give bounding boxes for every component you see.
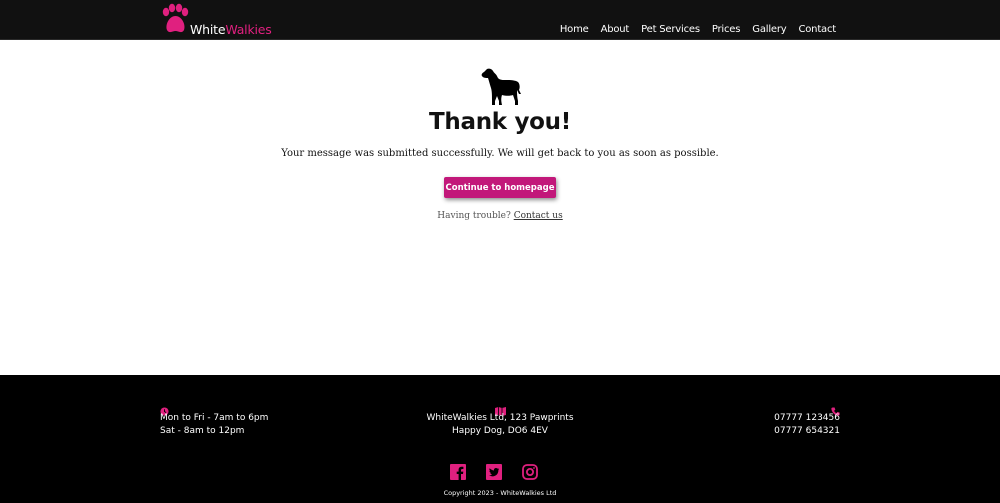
contact-us-link[interactable]: Contact us — [514, 211, 563, 221]
social-links — [450, 464, 538, 480]
page-title: Thank you! — [429, 109, 571, 135]
site-footer: Mon to Fri - 7am to 6pm Sat - 8am to 12p… — [0, 375, 1000, 503]
nav-contact[interactable]: Contact — [798, 24, 836, 35]
logo-text-pink: Walkies — [225, 22, 272, 37]
twitter-icon[interactable] — [486, 464, 502, 480]
facebook-icon[interactable] — [450, 464, 466, 480]
phone-number-1[interactable]: 07777 123456 — [774, 412, 840, 425]
logo-text-white: White — [190, 22, 226, 37]
phone-numbers: 07777 123456 07777 654321 — [774, 412, 840, 438]
nav-home[interactable]: Home — [560, 24, 589, 35]
address-line-2: Happy Dog, DO6 4EV — [452, 426, 548, 436]
main-content: Thank you! Your message was submitted su… — [0, 41, 1000, 375]
address-line-1: WhiteWalkies Ltd, 123 Pawprints — [426, 413, 574, 423]
nav-gallery[interactable]: Gallery — [752, 24, 786, 35]
continue-to-homepage-button[interactable]: Continue to homepage — [444, 177, 556, 198]
nav-pet-services[interactable]: Pet Services — [641, 24, 700, 35]
trouble-text: Having trouble? Contact us — [0, 211, 1000, 221]
success-message: Your message was submitted successfully.… — [281, 148, 719, 159]
copyright: Copyright 2023 - WhiteWalkies Ltd — [443, 489, 557, 497]
logo-link[interactable]: WhiteWalkies — [160, 3, 272, 37]
paw-icon — [160, 3, 190, 37]
trouble-label: Having trouble? — [437, 211, 511, 221]
address: WhiteWalkies Ltd, 123 Pawprints Happy Do… — [0, 412, 1000, 438]
phone-number-2[interactable]: 07777 654321 — [774, 425, 840, 438]
main-nav: Home About Pet Services Prices Gallery C… — [560, 24, 836, 35]
nav-about[interactable]: About — [601, 24, 630, 35]
logo-text: WhiteWalkies — [190, 22, 272, 37]
nav-prices[interactable]: Prices — [712, 24, 741, 35]
instagram-icon[interactable] — [522, 464, 538, 480]
dog-silhouette-icon — [480, 67, 522, 111]
site-header: WhiteWalkies Home About Pet Services Pri… — [0, 0, 1000, 40]
